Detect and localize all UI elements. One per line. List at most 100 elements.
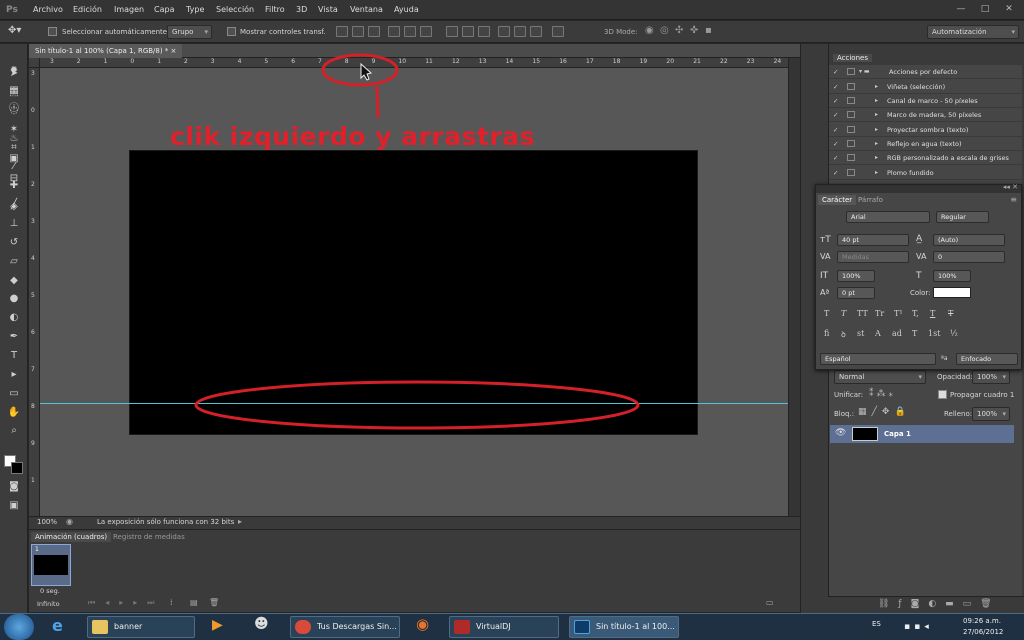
- app-icon[interactable]: ☻: [254, 616, 269, 632]
- tab-registro-medidas[interactable]: Registro de medidas: [109, 532, 189, 542]
- tween-icon[interactable]: ⁞: [170, 598, 173, 607]
- internet-explorer-icon[interactable]: e: [52, 616, 63, 635]
- color-label: Color:: [910, 289, 931, 297]
- playback-controls-icon[interactable]: ⏮◂▸▸⏭: [88, 598, 164, 608]
- faux-bold-icon[interactable]: T: [824, 309, 829, 318]
- horizontal-scale-icon: T: [916, 271, 922, 281]
- status-arrow-icon[interactable]: ▸: [238, 517, 242, 526]
- kerning-field[interactable]: Medidas: [837, 251, 909, 263]
- tab-acciones[interactable]: Acciones: [833, 54, 872, 62]
- opacity-label: Opacidad:: [937, 373, 973, 381]
- language-indicator[interactable]: ES: [872, 620, 881, 628]
- swatches-panel-icon[interactable]: ▦: [7, 84, 21, 98]
- info-panel-icon[interactable]: ⓘ: [7, 102, 21, 116]
- leading-field[interactable]: (Auto): [933, 234, 1005, 246]
- clock-time[interactable]: 09:26 a.m.: [963, 617, 1001, 625]
- font-size-field[interactable]: 40 pt: [837, 234, 909, 246]
- strikethrough-icon[interactable]: T: [948, 309, 953, 318]
- old-style-icon[interactable]: ꝺ: [841, 329, 846, 340]
- propagate-frame-checkbox[interactable]: [938, 390, 947, 399]
- action-item[interactable]: ✓ ▸ RGB personalizado a escala de grises: [829, 151, 1022, 165]
- fill-field[interactable]: 100%: [972, 407, 1010, 421]
- taskbar-virtualdj[interactable]: VirtualDJ: [449, 616, 559, 638]
- layer-name[interactable]: Capa 1: [884, 430, 911, 438]
- font-family-field[interactable]: Arial: [846, 211, 930, 223]
- font-size-icon: ᴛT: [820, 235, 831, 245]
- small-caps-icon[interactable]: Tr: [875, 309, 884, 318]
- clock-date[interactable]: 27/06/2012: [963, 628, 1003, 636]
- action-item[interactable]: ✓ ▸ Plomo fundido: [829, 166, 1022, 180]
- action-item[interactable]: ✓ ▸ Marco de madera, 50 píxeles: [829, 108, 1022, 122]
- status-info-icon[interactable]: ◉: [66, 517, 73, 526]
- vertical-scale-icon: IT: [820, 271, 829, 281]
- panel-menu-icon[interactable]: ≡: [1010, 195, 1017, 204]
- blend-mode-dropdown[interactable]: Normal: [834, 370, 926, 384]
- action-item[interactable]: ✓ ▸ Reflejo en agua (texto): [829, 137, 1022, 151]
- taskbar-chrome[interactable]: Tus Descargas Sin...: [290, 616, 400, 638]
- opacity-field[interactable]: 100%: [972, 370, 1010, 384]
- font-style-field[interactable]: Regular: [936, 211, 989, 223]
- baseline-shift-icon: Aª: [820, 288, 830, 297]
- convert-timeline-icon[interactable]: ▭: [766, 598, 774, 607]
- tab-animacion[interactable]: Animación (cuadros): [31, 532, 112, 542]
- action-item[interactable]: ✓ ▸ Canal de marco - 50 píxeles: [829, 94, 1022, 108]
- brushes-panel-icon[interactable]: ▣: [7, 152, 21, 166]
- language-field[interactable]: Español: [820, 353, 936, 365]
- ligatures-icon[interactable]: fi: [824, 329, 829, 338]
- faux-italic-icon[interactable]: T: [841, 309, 846, 318]
- titling-icon[interactable]: T: [912, 329, 917, 338]
- stylistic-alternates-icon[interactable]: ad: [892, 329, 902, 338]
- tracking-icon: VA: [916, 252, 927, 261]
- layer-row[interactable]: 👁 Capa 1: [830, 425, 1014, 443]
- firefox-icon[interactable]: ◉: [416, 615, 429, 633]
- frame-delay[interactable]: 0 seg.: [40, 587, 60, 595]
- layer-footer-icons[interactable]: ⛓ƒ◙◐▬▭🗑: [878, 599, 1001, 609]
- animation-frame[interactable]: 1: [31, 544, 71, 586]
- character-panel-titlebar[interactable]: ◂◂ ✕: [816, 183, 1021, 193]
- styles-panel-icon[interactable]: ♨: [7, 132, 21, 146]
- duplicate-frame-icon[interactable]: ▤: [190, 598, 198, 607]
- lock-icons[interactable]: ▦╱✥🔒: [858, 407, 911, 417]
- ordinals-icon[interactable]: 1st: [928, 329, 940, 338]
- frame-number: 1: [35, 546, 39, 553]
- fractions-icon[interactable]: ½: [950, 329, 958, 338]
- media-player-icon[interactable]: ▶: [212, 617, 223, 633]
- tracking-field[interactable]: 0: [933, 251, 1005, 263]
- underline-icon[interactable]: T: [930, 309, 935, 318]
- all-caps-icon[interactable]: TT: [857, 309, 868, 318]
- action-item[interactable]: ✓ ▸ Proyectar sombra (texto): [829, 123, 1022, 137]
- action-item[interactable]: ✓ ▸ Viñeta (selección): [829, 80, 1022, 94]
- layers-panel: [829, 370, 1022, 600]
- lock-label: Bloq.:: [834, 410, 855, 418]
- color-panel-icon[interactable]: ✹: [7, 64, 21, 78]
- start-button[interactable]: [4, 614, 34, 640]
- unify-icons[interactable]: ⁑⁂⁎: [869, 389, 896, 399]
- layers-footer: ⛓ƒ◙◐▬▭🗑: [828, 596, 1024, 613]
- antialias-field[interactable]: Enfocado: [956, 353, 1018, 365]
- superscript-icon[interactable]: T¹: [894, 309, 903, 318]
- swash-icon[interactable]: A: [875, 329, 881, 338]
- mouse-cursor-icon: [360, 62, 373, 81]
- tray-icons[interactable]: ▪▪◂: [904, 622, 933, 632]
- layers-panel-icon[interactable]: ◈: [7, 200, 21, 214]
- taskbar-banner[interactable]: banner: [87, 616, 195, 638]
- action-folder[interactable]: ✓ ▾ ▬ Acciones por defecto: [829, 65, 1022, 79]
- panel-collapse-icon[interactable]: ◂◂ ✕: [1003, 183, 1018, 191]
- tab-parrafo[interactable]: Párrafo: [858, 196, 883, 204]
- taskbar-photoshop[interactable]: Sin título-1 al 100...: [569, 616, 679, 638]
- baseline-shift-field[interactable]: 0 pt: [837, 287, 875, 299]
- tab-caracter[interactable]: Carácter: [818, 195, 857, 205]
- delete-frame-icon[interactable]: 🗑: [209, 598, 219, 607]
- status-text: La exposición sólo funciona con 32 bits: [97, 518, 235, 526]
- loop-option[interactable]: Infinito: [37, 600, 60, 608]
- eye-icon[interactable]: 👁: [835, 428, 846, 438]
- history-panel-icon[interactable]: ⊟: [7, 172, 21, 186]
- discretionary-ligatures-icon[interactable]: st: [857, 329, 864, 338]
- text-color-swatch[interactable]: [933, 287, 971, 298]
- horizontal-scale-field[interactable]: 100%: [933, 270, 971, 282]
- annotation-text: clik izquierdo y arrastras: [170, 122, 536, 151]
- antialias-icon: ªa: [941, 355, 948, 362]
- zoom-level[interactable]: 100%: [37, 518, 57, 526]
- subscript-icon[interactable]: T,: [912, 309, 919, 318]
- vertical-scale-field[interactable]: 100%: [837, 270, 875, 282]
